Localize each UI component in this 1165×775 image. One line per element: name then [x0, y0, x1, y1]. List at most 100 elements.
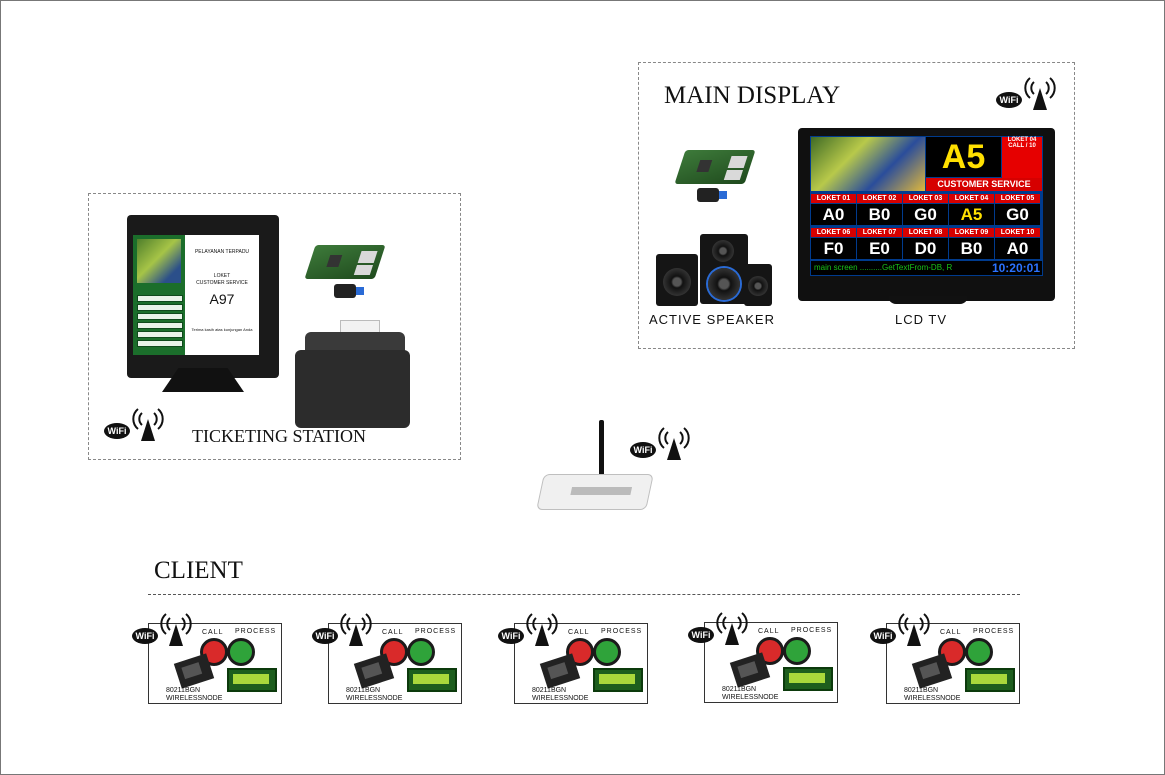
right-speaker	[744, 264, 772, 306]
tv-bird-image	[811, 137, 925, 191]
tv-loket-header: LOKET 02	[857, 194, 902, 203]
svg-text:WiFi: WiFi	[874, 631, 893, 641]
node-type-label: WIRELESSNODE	[166, 695, 223, 702]
svg-text:WiFi: WiFi	[502, 631, 521, 641]
tv-loket-header: LOKET 09	[949, 228, 994, 237]
process-label: PROCESS	[415, 628, 457, 635]
tv-loket-header: LOKET 07	[857, 228, 902, 237]
tv-loket-header: LOKET 03	[903, 194, 948, 203]
tv-stand	[888, 296, 968, 304]
svg-text:WiFi: WiFi	[136, 631, 155, 641]
svg-text:WiFi: WiFi	[634, 445, 653, 455]
active-speaker-label: ACTIVE SPEAKER	[649, 312, 775, 327]
tv-loket-value: B0	[857, 204, 902, 225]
lcd-module-icon	[407, 668, 457, 692]
lcd-tv-label: LCD TV	[895, 312, 947, 327]
process-button[interactable]	[783, 637, 811, 665]
wireless-module-icon	[173, 653, 215, 689]
raspberry-pi-icon	[674, 150, 756, 184]
node-type-label: WIRELESSNODE	[904, 695, 961, 702]
usb-wifi-dongle-icon	[334, 284, 364, 298]
call-label: CALL	[202, 629, 224, 636]
lcd-module-icon	[783, 667, 833, 691]
wifi-icon: WiFi	[104, 408, 164, 441]
tv-loket-value: A0	[995, 238, 1040, 259]
kiosk-service-name: CUSTOMER SERVICE	[196, 280, 248, 286]
call-label: CALL	[940, 629, 962, 636]
usb-wifi-dongle-icon	[697, 188, 727, 202]
wireless-module-icon	[911, 653, 953, 689]
kiosk-bird-image	[137, 239, 181, 283]
kiosk-service-button[interactable]	[137, 295, 183, 302]
tv-screen: A5 LOKET 04 CALL / 10 CUSTOMER SERVICE L…	[810, 136, 1043, 276]
kiosk-ticket-number: A97	[209, 291, 235, 307]
node-type-label: WIRELESSNODE	[346, 695, 403, 702]
call-label: CALL	[568, 629, 590, 636]
thermal-printer-icon	[295, 320, 410, 428]
wireless-module-icon	[353, 653, 395, 689]
tv-service-name: CUSTOMER SERVICE	[926, 178, 1042, 191]
tv-footer: main screen ..........GetTextFrom-DB, R …	[811, 261, 1042, 275]
node-type-label: WIRELESSNODE	[532, 695, 589, 702]
tv-loket-value-highlight: A5	[949, 204, 994, 225]
tv-current-ticket: A5	[926, 137, 1001, 177]
wifi-icon: WiFi	[630, 427, 690, 460]
kiosk-service-button[interactable]	[137, 331, 183, 338]
tv-clock: 10:20:01	[991, 261, 1040, 275]
call-label: CALL	[758, 628, 780, 635]
process-button[interactable]	[407, 638, 435, 666]
wireless-module-icon	[729, 652, 771, 688]
lcd-tv: A5 LOKET 04 CALL / 10 CUSTOMER SERVICE L…	[798, 128, 1055, 301]
kiosk-loket-label: LOKET	[213, 273, 231, 279]
ticketing-station-title: TICKETING STATION	[192, 426, 367, 446]
wifi-icon: WiFi	[688, 612, 748, 645]
wifi-icon: WiFi	[996, 77, 1056, 110]
tv-loket-header: LOKET 04	[949, 194, 994, 203]
kiosk-screen: PELAYANAN TERPADU LOKET CUSTOMER SERVICE…	[133, 235, 259, 355]
tv-loket-header: LOKET 08	[903, 228, 948, 237]
wifi-icon: WiFi	[132, 613, 192, 646]
svg-text:WiFi: WiFi	[316, 631, 335, 641]
tv-loket-value: G0	[995, 204, 1040, 225]
left-speaker	[656, 254, 698, 306]
kiosk-service-button[interactable]	[137, 313, 183, 320]
kiosk-menu-panel	[133, 235, 185, 355]
process-label: PROCESS	[791, 627, 833, 634]
kiosk-service-button[interactable]	[137, 340, 183, 347]
tv-loket-value: F0	[811, 238, 856, 259]
node-type-label: WIRELESSNODE	[722, 694, 779, 701]
tv-loket-header: LOKET 05	[995, 194, 1040, 203]
process-label: PROCESS	[601, 628, 643, 635]
lcd-module-icon	[965, 668, 1015, 692]
tv-loket-value: A0	[811, 204, 856, 225]
svg-text:WiFi: WiFi	[108, 426, 127, 436]
main-display-title: MAIN DISPLAY	[664, 82, 841, 109]
wifi-icon: WiFi	[312, 613, 372, 646]
kiosk-header-line: PELAYANAN TERPADU	[194, 249, 250, 255]
tv-loket-header: LOKET 06	[811, 228, 856, 237]
tv-side-box-line2: CALL / 10	[1008, 143, 1036, 149]
process-label: PROCESS	[235, 628, 277, 635]
wireless-router-icon	[536, 474, 654, 510]
kiosk-service-button[interactable]	[137, 304, 183, 311]
process-label: PROCESS	[973, 628, 1015, 635]
wireless-module-icon	[539, 653, 581, 689]
lcd-module-icon	[227, 668, 277, 692]
tv-loket-value: G0	[903, 204, 948, 225]
raspberry-pi-icon	[304, 245, 386, 279]
kiosk-service-button[interactable]	[137, 322, 183, 329]
tv-footer-text: main screen ..........GetTextFrom-DB, R	[814, 263, 953, 272]
process-button[interactable]	[593, 638, 621, 666]
wifi-icon: WiFi	[498, 613, 558, 646]
tv-loket-value: D0	[903, 238, 948, 259]
subwoofer	[700, 234, 748, 304]
process-button[interactable]	[965, 638, 993, 666]
process-button[interactable]	[227, 638, 255, 666]
tv-loket-value: B0	[949, 238, 994, 259]
client-divider	[148, 594, 1020, 595]
tv-loket-header: LOKET 10	[995, 228, 1040, 237]
router-antenna	[599, 420, 604, 480]
lcd-module-icon	[593, 668, 643, 692]
kiosk-footer-note: Terima kasih atas kunjungan Anda	[191, 327, 253, 332]
call-label: CALL	[382, 629, 404, 636]
